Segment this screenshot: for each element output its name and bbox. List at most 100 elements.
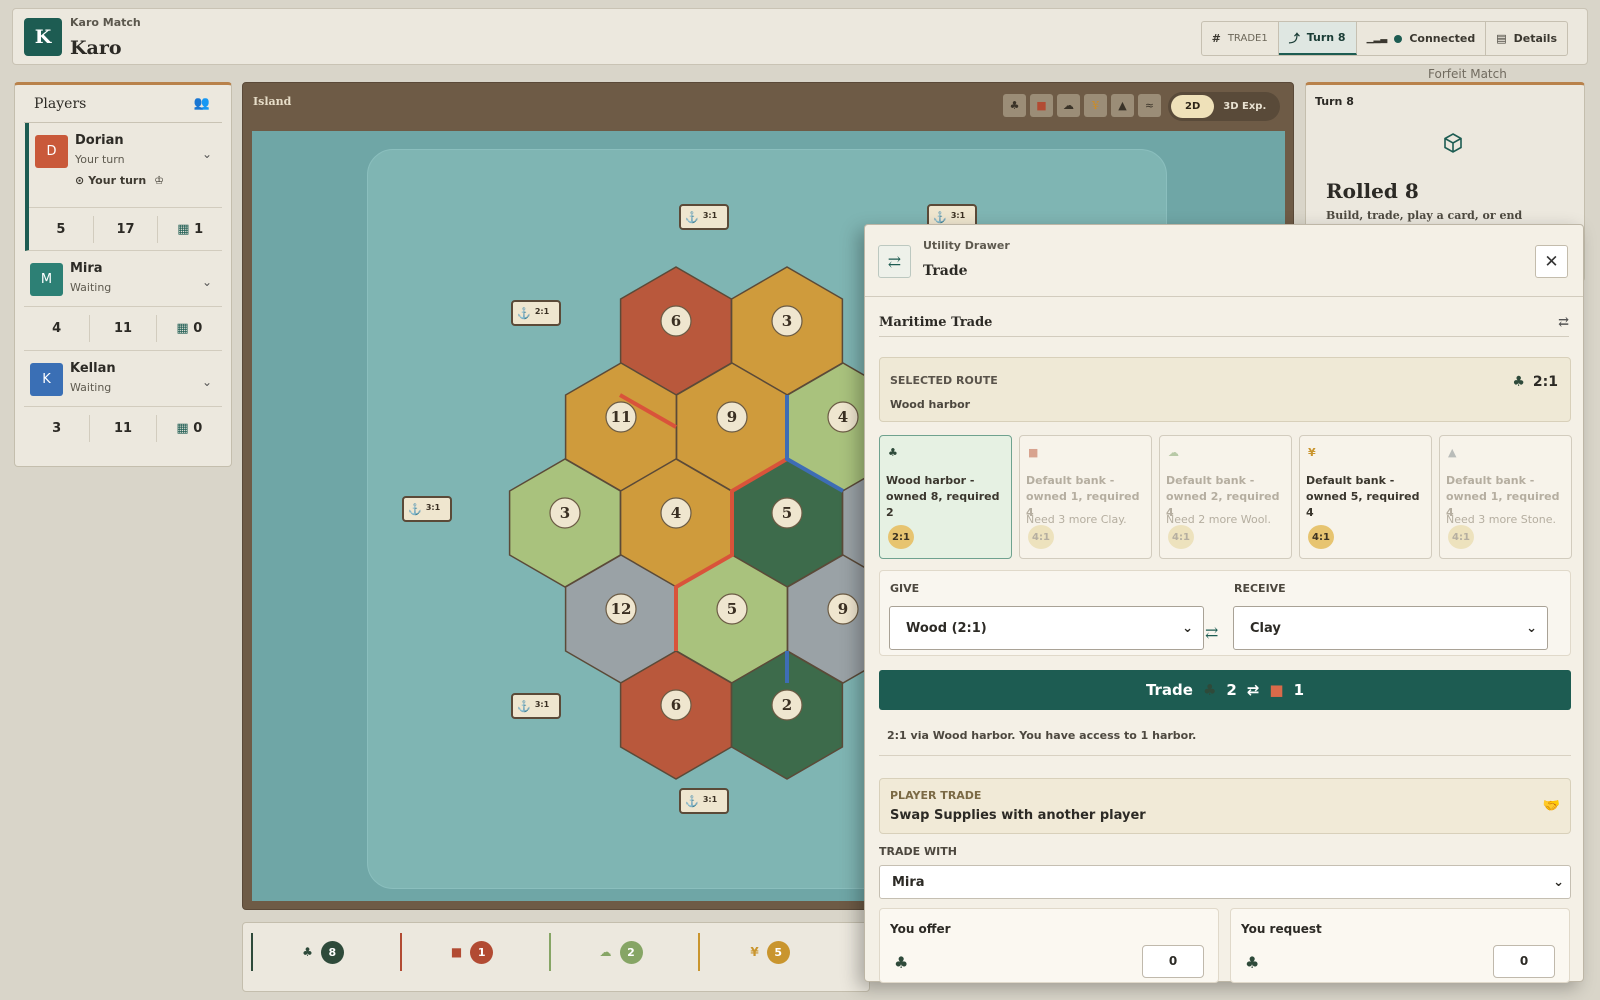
maritime-title: Maritime Trade — [879, 315, 993, 330]
harbor-marker[interactable]: ⚓ 3:1 — [679, 204, 729, 230]
wool-filter-icon[interactable]: ☁ — [1057, 94, 1080, 117]
wool-resource[interactable]: ☁ 2 — [549, 933, 691, 971]
resource-filter-bar: ♣ ■ ☁ ¥ ▲ ≈ — [1003, 94, 1161, 117]
request-wood-input[interactable]: 0 — [1493, 945, 1555, 978]
route-option-text: Wood harbor - owned 8, required 2 — [886, 474, 1000, 519]
details-button[interactable]: ▤ Details — [1486, 22, 1567, 55]
harbor-marker[interactable]: ⚓ 3:1 — [679, 788, 729, 814]
harbor-rate: 3:1 — [426, 503, 441, 512]
clock-icon: ⊙ — [75, 174, 85, 187]
receive-select[interactable]: Clay ⌄ — [1233, 606, 1548, 650]
wool-count: 2 — [619, 940, 643, 964]
route-option-wood-harbor[interactable]: ♣ Wood harbor - owned 8, required 2 2:1 — [879, 435, 1012, 559]
clay-resource[interactable]: ■ 1 — [400, 933, 542, 971]
dev-card-count: ▦ 0 — [176, 421, 203, 436]
give-select[interactable]: Wood (2:1) ⌄ — [889, 606, 1204, 650]
chevron-down-icon[interactable]: ⌄ — [202, 147, 212, 161]
player-card-mira[interactable]: M Mira Waiting ⌄ 4 11 ▦ 0 — [24, 251, 222, 351]
harbor-marker[interactable]: ⚓ 2:1 — [511, 300, 561, 326]
victory-points: 4 — [24, 315, 91, 342]
player-status: Waiting — [70, 281, 112, 294]
route-option-stone-bank[interactable]: ▲ Default bank - owned 1, required 4 Nee… — [1439, 435, 1572, 559]
turn-label: Turn 8 — [1306, 31, 1346, 44]
close-button[interactable]: ✕ — [1535, 245, 1568, 278]
view-2d-button[interactable]: 2D — [1171, 95, 1215, 118]
player-card-dorian[interactable]: D Dorian Your turn ⊙ Your turn ♔ ⌄ 5 17 ▦ … — [25, 123, 222, 251]
view-3d-button[interactable]: 3D Exp. — [1214, 101, 1266, 112]
grain-filter-icon[interactable]: ¥ — [1084, 94, 1107, 117]
number-token-value: 6 — [671, 696, 681, 714]
resource-hand-bar: ♣ 8 ■ 1 ☁ 2 ¥5 — [242, 922, 870, 992]
crown-icon: ♔ — [154, 174, 165, 187]
close-icon: ✕ — [1544, 251, 1559, 272]
dice-icon — [1442, 132, 1464, 158]
trade-button[interactable]: Trade ♣ 2 ⇄ ■ 1 — [879, 670, 1571, 710]
wood-icon: ♣ — [888, 446, 898, 459]
number-token-value: 11 — [611, 408, 632, 426]
player-stats: 5 17 ▦ 1 — [29, 207, 222, 251]
hash-icon: # — [1211, 32, 1221, 45]
stone-filter-icon[interactable]: ▲ — [1111, 94, 1134, 117]
player-stats: 4 11 ▦ 0 — [24, 306, 222, 350]
clay-count: 1 — [470, 940, 494, 964]
match-subtitle: Karo Match — [70, 16, 141, 29]
forfeit-link[interactable]: Forfeit Match — [1428, 67, 1507, 81]
number-token-value: 9 — [838, 600, 848, 618]
player-status: Your turn — [75, 153, 125, 166]
view-toggle[interactable]: 2D 3D Exp. — [1168, 92, 1280, 121]
players-header: Players 👥 — [24, 85, 222, 123]
swap-icon: ⇄ — [1246, 681, 1260, 699]
number-token-value: 12 — [611, 600, 632, 618]
turn-chip[interactable]: ⤴ Turn 8 — [1278, 22, 1357, 55]
selected-route-label: SELECTED ROUTE — [890, 374, 998, 387]
chevron-down-icon: ⌄ — [1526, 620, 1537, 636]
give-receive-section: GIVE Wood (2:1) ⌄ ⇄ RECEIVE Clay ⌄ — [879, 570, 1571, 656]
status-dot — [1394, 34, 1403, 43]
app-logo: K — [24, 18, 62, 56]
trade-note: 2:1 via Wood harbor. You have access to … — [879, 719, 1571, 756]
route-option-wool-bank[interactable]: ☁ Default bank - owned 2, required 4 Nee… — [1159, 435, 1292, 559]
dev-card-count: ▦ 0 — [176, 321, 203, 336]
card-count: 17 — [94, 216, 159, 243]
clay-icon: ■ — [1269, 681, 1284, 699]
number-token-value: 6 — [671, 312, 681, 330]
match-code-label: TRADE1 — [1227, 33, 1268, 44]
board-label: Island — [253, 95, 292, 108]
swap-icon[interactable]: ⇄ — [1205, 623, 1218, 642]
chevron-down-icon[interactable]: ⌄ — [202, 275, 212, 289]
signal-icon: ▁▂▃ — [1366, 33, 1388, 44]
wool-icon: ☁ — [1168, 446, 1179, 459]
anchor-icon: ⚓ — [517, 700, 531, 713]
offer-label: You offer — [890, 922, 951, 936]
clay-filter-icon[interactable]: ■ — [1030, 94, 1053, 117]
harbor-marker[interactable]: ⚓ 3:1 — [402, 496, 452, 522]
route-option-text: Default bank - owned 5, required 4 — [1306, 474, 1420, 519]
harbor-rate: 3:1 — [703, 795, 718, 804]
wood-icon: ♣ — [302, 945, 313, 959]
turn-indicator-label: Your turn — [88, 174, 147, 187]
chevron-down-icon[interactable]: ⌄ — [202, 375, 212, 389]
turn-icon: ⤴ — [1288, 31, 1300, 45]
route-rate-badge: 2:1 — [888, 525, 914, 549]
match-code-chip[interactable]: # TRADE1 — [1202, 22, 1279, 55]
route-option-clay-bank[interactable]: ■ Default bank - owned 1, required 4 Nee… — [1019, 435, 1152, 559]
harbor-marker[interactable]: ⚓ 3:1 — [511, 693, 561, 719]
wood-filter-icon[interactable]: ♣ — [1003, 94, 1026, 117]
number-token-value: 5 — [782, 504, 792, 522]
route-option-grain-bank[interactable]: ¥ Default bank - owned 5, required 4 4:1 — [1299, 435, 1432, 559]
offer-wood-input[interactable]: 0 — [1142, 945, 1204, 978]
wood-resource[interactable]: ♣ 8 — [251, 933, 393, 971]
harbor-filter-icon[interactable]: ≈ — [1138, 94, 1161, 117]
route-rate-badge: 4:1 — [1448, 525, 1474, 549]
route-option-need: Need 3 more Stone. — [1446, 513, 1556, 526]
avatar: M — [30, 263, 63, 296]
player-card-kellan[interactable]: K Kellan Waiting ⌄ 3 11 ▦ 0 — [24, 351, 222, 451]
drawer-title: Trade — [923, 263, 968, 279]
users-icon[interactable]: 👥 — [194, 96, 210, 111]
grain-resource[interactable]: ¥5 — [698, 933, 840, 971]
swap-icon[interactable]: ⇄ — [1558, 315, 1569, 330]
trade-with-select[interactable]: Mira ⌄ — [879, 865, 1571, 899]
player-stats: 3 11 ▦ 0 — [24, 406, 222, 450]
connection-chip[interactable]: ▁▂▃ Connected — [1357, 22, 1487, 55]
grain-icon: ¥ — [1308, 446, 1316, 459]
